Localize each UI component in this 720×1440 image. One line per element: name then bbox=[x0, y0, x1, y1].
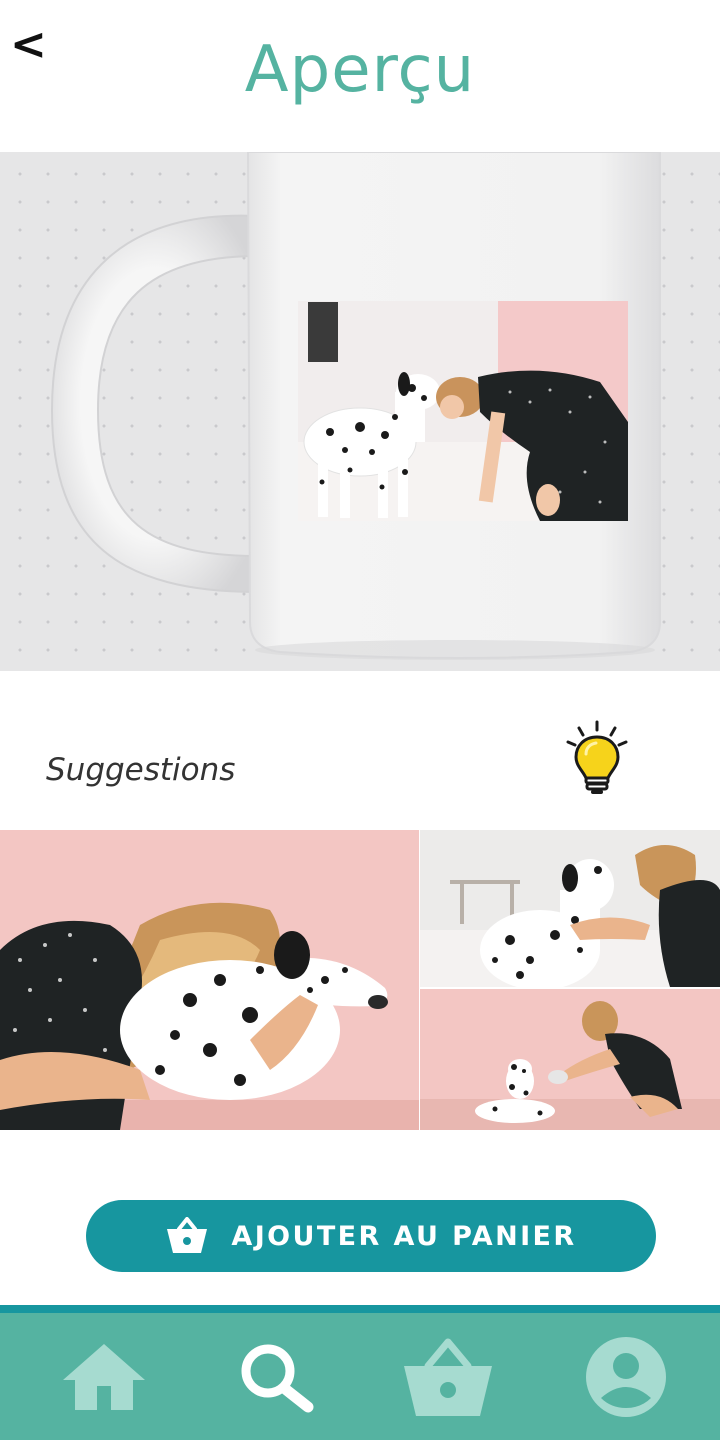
add-to-cart-label: AJOUTER AU PANIER bbox=[231, 1220, 577, 1252]
suggestion-photo-feeding[interactable] bbox=[420, 989, 720, 1130]
profile-icon bbox=[586, 1336, 666, 1417]
basket-icon bbox=[167, 1217, 208, 1253]
mug-image bbox=[50, 152, 661, 660]
search-icon bbox=[241, 1344, 314, 1412]
nav-profile[interactable] bbox=[536, 1313, 716, 1440]
nav-home[interactable] bbox=[14, 1313, 194, 1440]
basket-icon bbox=[404, 1338, 492, 1416]
add-to-cart-button[interactable]: AJOUTER AU PANIER bbox=[86, 1200, 656, 1272]
lightbulb-icon[interactable] bbox=[564, 720, 630, 796]
suggestion-photo-petting[interactable] bbox=[420, 830, 720, 987]
preview-page: < Aperçu Suggestions AJOUTER AU PANIER bbox=[0, 0, 720, 1440]
home-icon bbox=[63, 1343, 145, 1410]
printed-photo bbox=[298, 301, 628, 521]
bottom-navigation bbox=[0, 1313, 720, 1440]
mug-preview bbox=[0, 152, 720, 671]
nav-search[interactable] bbox=[188, 1313, 368, 1440]
nav-cart[interactable] bbox=[358, 1313, 538, 1440]
page-title: Aperçu bbox=[244, 33, 476, 107]
suggestions-label: Suggestions bbox=[46, 752, 236, 788]
nav-divider bbox=[0, 1305, 720, 1313]
suggestion-photo-hug[interactable] bbox=[0, 830, 419, 1130]
suggestions-gallery bbox=[0, 830, 720, 1130]
